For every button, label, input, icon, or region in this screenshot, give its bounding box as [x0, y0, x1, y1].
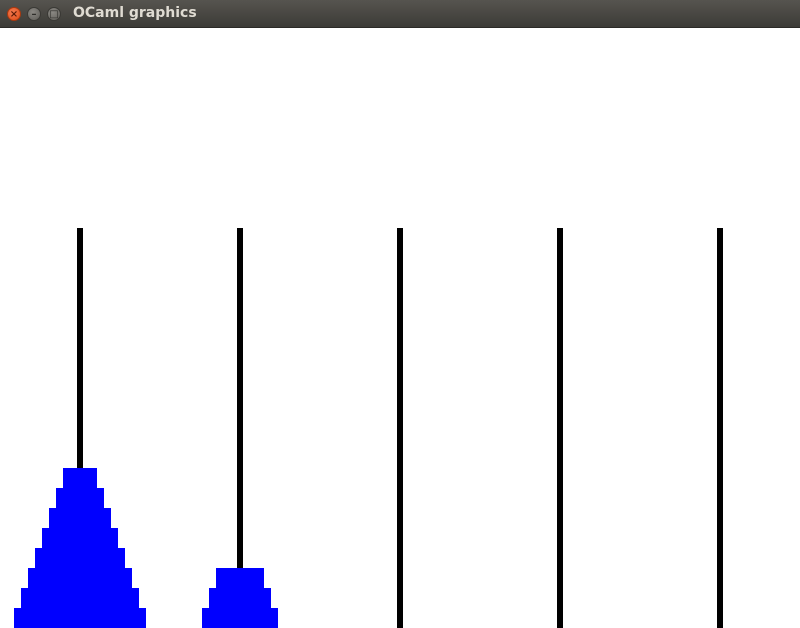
peg-5: [717, 228, 723, 628]
disk-peg2-size1: [216, 568, 264, 588]
disk-peg1-size3: [42, 528, 118, 548]
disk-peg2-size2: [209, 588, 271, 608]
minimize-icon: –: [31, 9, 37, 20]
maximize-icon: □: [49, 9, 59, 20]
window-title: OCaml graphics: [73, 5, 197, 21]
disk-peg1-size4: [35, 548, 125, 568]
close-button[interactable]: ×: [7, 7, 21, 21]
disk-peg2-size3: [202, 608, 278, 628]
disk-peg1-size2: [49, 508, 111, 528]
disk-peg1-size5: [28, 568, 132, 588]
disk-peg1-size6: [21, 588, 139, 608]
close-icon: ×: [9, 9, 19, 20]
disk-peg1-size7: [14, 608, 146, 628]
ocaml-graphics-window: × – □ OCaml graphics: [0, 0, 800, 628]
peg-3: [397, 228, 403, 628]
minimize-button[interactable]: –: [27, 7, 41, 21]
title-bar[interactable]: × – □ OCaml graphics: [0, 0, 800, 28]
hanoi-board: [14, 228, 723, 628]
peg-4: [557, 228, 563, 628]
graphics-canvas: [0, 28, 800, 628]
disk-peg1-size0: [63, 468, 97, 488]
maximize-button[interactable]: □: [47, 7, 61, 21]
disk-peg1-size1: [56, 488, 104, 508]
